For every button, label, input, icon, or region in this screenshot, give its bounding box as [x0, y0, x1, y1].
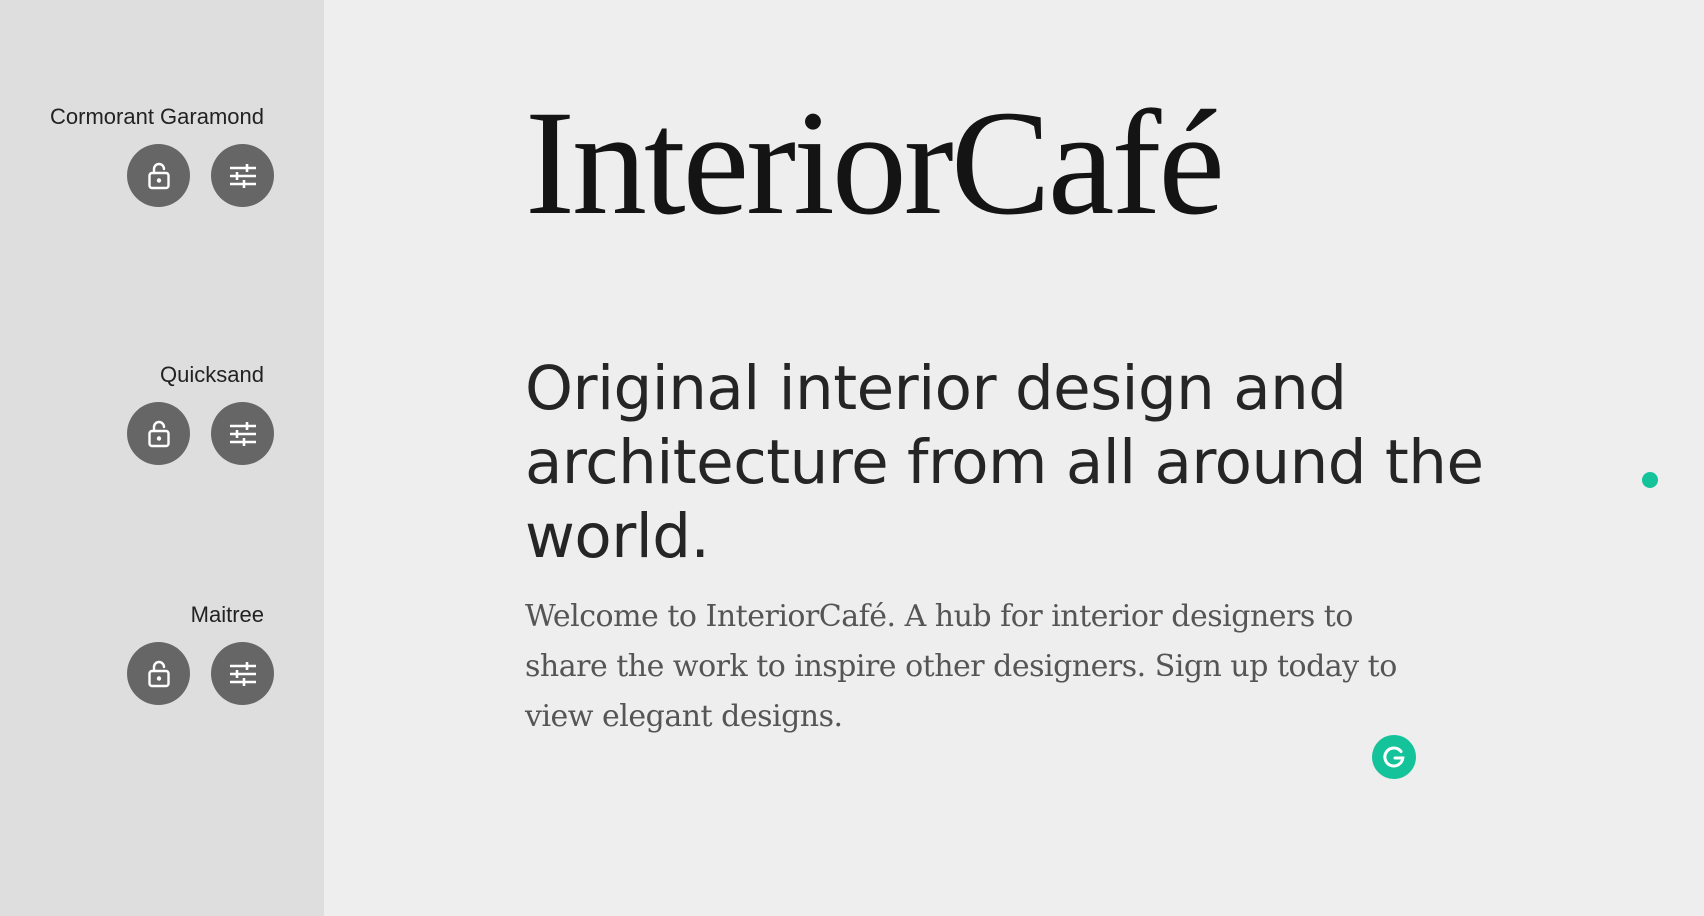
- grammarly-button[interactable]: [1372, 735, 1416, 779]
- lock-font-button[interactable]: [127, 144, 190, 207]
- font-name-label: Cormorant Garamond: [50, 104, 264, 129]
- lock-open-icon: [147, 420, 170, 447]
- font-controls: [127, 642, 274, 705]
- font-sidebar: Cormorant Garamond Quicksand Maitree: [0, 0, 324, 916]
- font-settings-button[interactable]: [211, 144, 274, 207]
- grammarly-icon: [1383, 746, 1405, 768]
- page-title[interactable]: InteriorCafé: [525, 88, 1225, 238]
- sliders-icon: [229, 163, 256, 188]
- font-controls: [127, 402, 274, 465]
- font-settings-button[interactable]: [211, 642, 274, 705]
- lock-font-button[interactable]: [127, 642, 190, 705]
- font-controls: [127, 144, 274, 207]
- cursor-dot: [1642, 472, 1658, 488]
- font-settings-button[interactable]: [211, 402, 274, 465]
- page-subtitle[interactable]: Original interior design and architectur…: [525, 352, 1685, 574]
- sliders-icon: [229, 661, 256, 686]
- lock-open-icon: [147, 162, 170, 189]
- font-name-label: Quicksand: [160, 362, 264, 387]
- sliders-icon: [229, 421, 256, 446]
- preview-area: InteriorCafé Original interior design an…: [324, 0, 1704, 916]
- lock-font-button[interactable]: [127, 402, 190, 465]
- font-name-label: Maitree: [190, 602, 264, 627]
- lock-open-icon: [147, 660, 170, 687]
- body-paragraph[interactable]: Welcome to InteriorCafé. A hub for inter…: [525, 592, 1425, 742]
